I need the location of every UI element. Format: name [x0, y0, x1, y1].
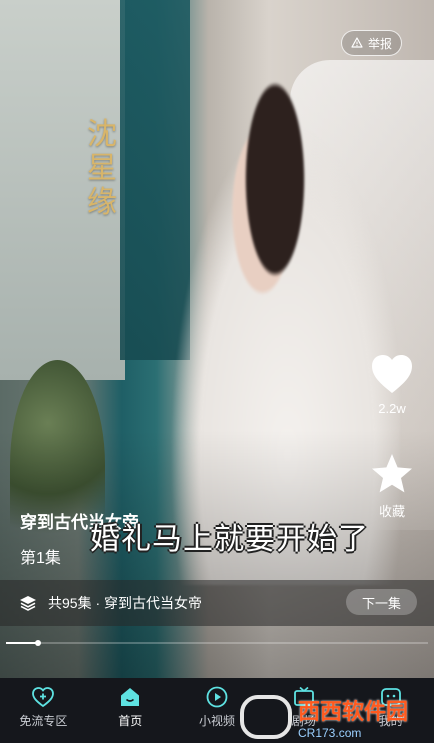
plus-heart-icon: [32, 687, 55, 708]
series-bar[interactable]: 共95集 · 穿到古代当女帝 下一集: [0, 580, 434, 626]
warning-icon: [351, 37, 363, 48]
video-subtitle: 婚礼马上就要开始了: [90, 522, 369, 557]
report-label: 举报: [367, 36, 392, 51]
like-count: 2.2w: [378, 401, 406, 416]
progress-handle[interactable]: [34, 640, 41, 646]
layers-icon: [20, 596, 36, 611]
video-player[interactable]: [0, 0, 434, 678]
episode-label: 第1集: [20, 550, 61, 567]
home-icon: [121, 688, 140, 706]
series-summary: 共95集 · 穿到古代当女帝: [48, 595, 203, 611]
favorite-label: 收藏: [378, 504, 405, 519]
show-logo: 沈星缘: [87, 117, 117, 220]
favorite-button[interactable]: 收藏: [367, 452, 417, 520]
tab-label: 首页: [118, 714, 143, 728]
heart-icon: [372, 355, 412, 393]
progress-bar[interactable]: [6, 640, 428, 646]
report-button[interactable]: 举报: [340, 30, 402, 56]
play-circle-icon: [206, 686, 228, 708]
tab-home[interactable]: 首页: [87, 678, 174, 743]
tab-free-zone[interactable]: 免流专区: [0, 678, 87, 743]
watermark-sub: CR173.com: [298, 726, 362, 740]
progress-fill: [6, 642, 38, 644]
star-icon: [372, 454, 412, 493]
tab-label: 小视频: [198, 714, 235, 728]
next-episode-button[interactable]: 下一集: [345, 589, 417, 615]
watermark-logo: [240, 695, 292, 739]
tab-label: 免流专区: [19, 714, 68, 728]
like-button[interactable]: 2.2w: [367, 353, 417, 416]
watermark-text: 西西软件园: [298, 699, 409, 724]
site-watermark: 西西软件园 CR173.com: [240, 694, 408, 740]
